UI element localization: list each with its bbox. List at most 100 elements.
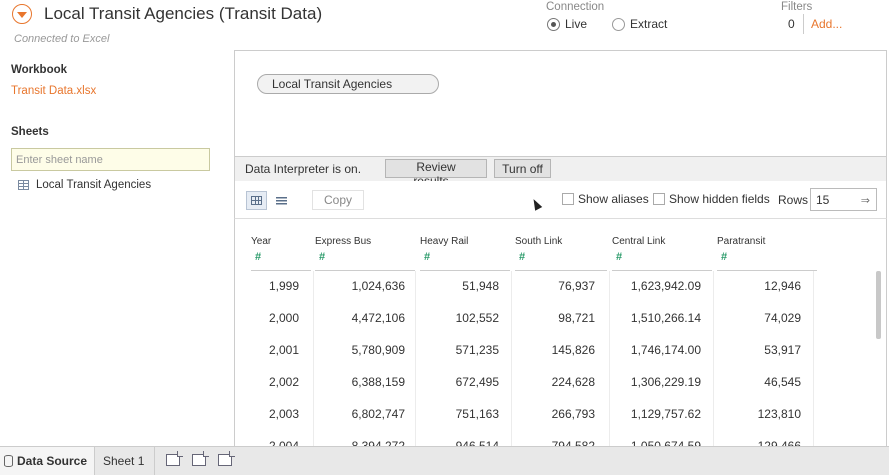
table-cell[interactable]: 53,917	[701, 343, 801, 357]
tab-sheet-1[interactable]: Sheet 1	[97, 447, 155, 475]
new-story-icon[interactable]	[218, 451, 235, 466]
table-cell[interactable]: 145,826	[503, 343, 595, 357]
table-cell[interactable]: 672,495	[409, 375, 499, 389]
show-hidden-fields-checkbox[interactable]: Show hidden fields	[653, 192, 770, 206]
table-cell[interactable]: 123,810	[701, 407, 801, 421]
table-cell[interactable]: 74,029	[701, 311, 801, 325]
vertical-scrollbar[interactable]	[876, 271, 881, 339]
datasource-title[interactable]: Local Transit Agencies (Transit Data)	[44, 4, 322, 24]
table-row: 2,002 6,388,159 672,495 224,628 1,306,229.19…	[235, 369, 875, 395]
table-cell[interactable]: 2,003	[239, 407, 299, 421]
table-cell[interactable]: 1,999	[239, 279, 299, 293]
table-cell[interactable]: 51,948	[409, 279, 499, 293]
table-cell[interactable]: 2,001	[239, 343, 299, 357]
table-cell[interactable]: 751,163	[409, 407, 499, 421]
live-radio-dot[interactable]	[547, 17, 560, 31]
table-cell[interactable]: 1,306,229.19	[601, 375, 701, 389]
extract-radio[interactable]: Extract	[612, 17, 667, 31]
sheet-search-input[interactable]	[11, 148, 210, 171]
datasource-menu-icon[interactable]	[12, 4, 32, 24]
table-cell[interactable]: 6,388,159	[305, 375, 405, 389]
connection-label: Connection	[546, 1, 605, 13]
table-row: 1,999 1,024,636 51,948 76,937 1,623,942.09 12…	[235, 273, 875, 299]
data-grid[interactable]: Year # Express Bus # Heavy Rail # South …	[234, 219, 887, 446]
review-results-button[interactable]: Review results...	[385, 159, 487, 188]
table-row: 2,001 5,780,909 571,235 145,826 1,746,174.00…	[235, 337, 875, 363]
column-name: Express Bus	[315, 236, 372, 247]
table-cell[interactable]: 266,793	[503, 407, 595, 421]
show-hidden-fields-box[interactable]	[653, 193, 665, 205]
tab-data-source[interactable]: Data Source	[0, 447, 95, 475]
table-cell[interactable]: 4,472,106	[305, 311, 405, 325]
number-type-icon[interactable]: #	[424, 251, 430, 263]
tab-sheet-1-label: Sheet 1	[103, 454, 145, 468]
table-cell[interactable]: 2,004	[239, 439, 299, 446]
filters-label: Filters	[781, 1, 813, 13]
sheet-item-label: Local Transit Agencies	[36, 179, 152, 191]
table-cell[interactable]: 1,050,674.59	[601, 439, 701, 446]
table-cell[interactable]: 102,552	[409, 311, 499, 325]
table-cell[interactable]: 1,129,757.62	[601, 407, 701, 421]
turn-off-button[interactable]: Turn off	[494, 159, 551, 178]
table-cell[interactable]: 1,024,636	[305, 279, 405, 293]
column-header-express-bus[interactable]: Express Bus #	[315, 219, 415, 271]
column-header-south-link[interactable]: South Link #	[515, 219, 607, 271]
number-type-icon[interactable]: #	[319, 251, 325, 263]
grid-view-icon	[251, 196, 262, 205]
table-cell[interactable]: 2,000	[239, 311, 299, 325]
table-row: 2,000 4,472,106 102,552 98,721 1,510,266.14 7…	[235, 305, 875, 331]
table-cell[interactable]: 2,002	[239, 375, 299, 389]
extract-label: Extract	[630, 17, 668, 31]
table-cell[interactable]: 794,582	[503, 439, 595, 446]
workbook-heading: Workbook	[11, 64, 68, 76]
canvas-table-pill[interactable]: Local Transit Agencies	[257, 74, 439, 94]
table-cell[interactable]: 98,721	[503, 311, 595, 325]
join-canvas[interactable]: Local Transit Agencies	[234, 50, 887, 157]
column-name: Year	[251, 236, 272, 247]
table-cell[interactable]: 946,514	[409, 439, 499, 446]
extract-radio-dot[interactable]	[612, 17, 625, 31]
table-cell[interactable]: 46,545	[701, 375, 801, 389]
show-aliases-checkbox[interactable]: Show aliases	[562, 192, 649, 206]
table-cell[interactable]: 8,394,272	[305, 439, 405, 446]
table-cell[interactable]: 1,623,942.09	[601, 279, 701, 293]
table-cell[interactable]: 12,946	[701, 279, 801, 293]
column-header-year[interactable]: Year #	[251, 219, 311, 271]
show-aliases-box[interactable]	[562, 193, 574, 205]
new-dashboard-icon[interactable]	[192, 451, 209, 466]
table-cell[interactable]: 571,235	[409, 343, 499, 357]
number-type-icon[interactable]: #	[721, 251, 727, 263]
number-type-icon[interactable]: #	[255, 251, 261, 263]
left-panel: Workbook Transit Data.xlsx Sheets Local …	[0, 50, 234, 446]
data-interpreter-status: Data Interpreter is on.	[245, 162, 362, 176]
rows-label: Rows	[778, 193, 809, 207]
tab-data-source-label: Data Source	[17, 454, 88, 468]
data-interpreter-bar: Data Interpreter is on. Review results..…	[234, 157, 887, 188]
table-cell[interactable]: 5,780,909	[305, 343, 405, 357]
table-cell[interactable]: 1,746,174.00	[601, 343, 701, 357]
workbook-file-link[interactable]: Transit Data.xlsx	[11, 85, 96, 97]
table-cell[interactable]: 76,937	[503, 279, 595, 293]
add-filter-link[interactable]: Add...	[811, 17, 842, 31]
column-header-central-link[interactable]: Central Link #	[612, 219, 712, 271]
table-cell[interactable]: 224,628	[503, 375, 595, 389]
column-header-heavy-rail[interactable]: Heavy Rail #	[420, 219, 510, 271]
table-cell[interactable]: 1,510,266.14	[601, 311, 701, 325]
new-worksheet-icon[interactable]	[166, 451, 183, 466]
number-type-icon[interactable]: #	[616, 251, 622, 263]
table-cell[interactable]: 6,802,747	[305, 407, 405, 421]
rows-input[interactable]: 15 ⇒	[810, 188, 877, 211]
live-radio[interactable]: Live	[547, 17, 587, 31]
number-type-icon[interactable]: #	[519, 251, 525, 263]
header-divider	[235, 271, 875, 272]
header: Local Transit Agencies (Transit Data) Co…	[0, 0, 889, 50]
grid-view-button[interactable]	[246, 191, 267, 210]
arrow-right-icon[interactable]: ⇒	[861, 194, 870, 207]
bottom-tab-bar: Data Source Sheet 1	[0, 446, 889, 475]
copy-button[interactable]: Copy	[312, 190, 364, 210]
list-view-button[interactable]	[272, 191, 290, 210]
sheet-item-local-transit-agencies[interactable]: Local Transit Agencies	[18, 179, 151, 191]
column-header-paratransit[interactable]: Paratransit #	[717, 219, 817, 271]
table-cell[interactable]: 129,466	[701, 439, 801, 446]
table-row: 2,003 6,802,747 751,163 266,793 1,129,757.62…	[235, 401, 875, 427]
